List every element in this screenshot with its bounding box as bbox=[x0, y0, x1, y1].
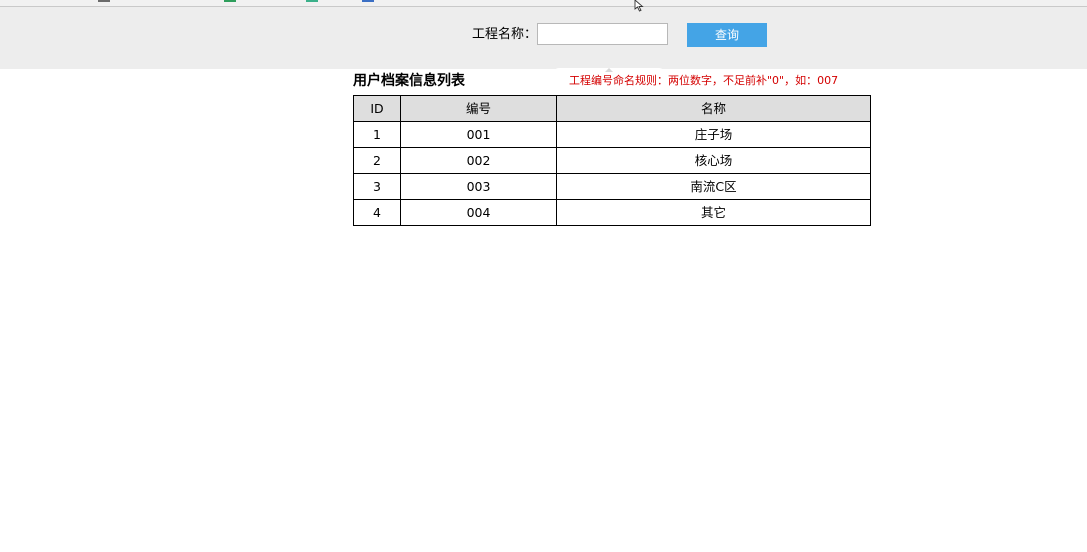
taskbar-icon-teal bbox=[306, 0, 318, 2]
top-strip bbox=[0, 0, 1087, 7]
table-row[interactable]: 2 002 核心场 bbox=[353, 147, 871, 174]
taskbar-icon-green bbox=[224, 0, 236, 2]
cell-name: 庄子场 bbox=[556, 121, 871, 148]
cell-id: 2 bbox=[353, 147, 401, 174]
cell-code: 001 bbox=[400, 121, 557, 148]
table-row[interactable]: 4 004 其它 bbox=[353, 199, 871, 226]
cell-name: 南流C区 bbox=[556, 173, 871, 200]
query-button[interactable]: 查询 bbox=[687, 23, 767, 47]
column-header-code: 编号 bbox=[400, 95, 557, 122]
naming-rule-note: 工程编号命名规则：两位数字，不足前补"0"，如：007 bbox=[569, 74, 839, 87]
caret-up-icon bbox=[605, 68, 613, 72]
column-header-id: ID bbox=[353, 95, 401, 122]
archive-table: ID 编号 名称 1 001 庄子场 2 002 核心场 3 003 南流C区 … bbox=[353, 95, 871, 226]
table-row[interactable]: 3 003 南流C区 bbox=[353, 173, 871, 200]
project-name-label: 工程名称： bbox=[472, 27, 538, 42]
taskbar-icon-gray bbox=[98, 0, 110, 2]
cell-code: 002 bbox=[400, 147, 557, 174]
cell-name: 核心场 bbox=[556, 147, 871, 174]
table-row[interactable]: 1 001 庄子场 bbox=[353, 121, 871, 148]
project-name-input[interactable] bbox=[537, 23, 668, 45]
mouse-pointer-icon bbox=[634, 0, 644, 12]
table-header-row: ID 编号 名称 bbox=[353, 95, 871, 122]
taskbar-icon-blue bbox=[362, 0, 374, 2]
cell-id: 4 bbox=[353, 199, 401, 226]
list-title: 用户档案信息列表 bbox=[353, 73, 465, 89]
column-header-name: 名称 bbox=[556, 95, 871, 122]
cell-id: 1 bbox=[353, 121, 401, 148]
query-toolbar: 工程名称： 查询 bbox=[0, 7, 1087, 77]
cell-code: 003 bbox=[400, 173, 557, 200]
cell-name: 其它 bbox=[556, 199, 871, 226]
cell-id: 3 bbox=[353, 173, 401, 200]
cell-code: 004 bbox=[400, 199, 557, 226]
